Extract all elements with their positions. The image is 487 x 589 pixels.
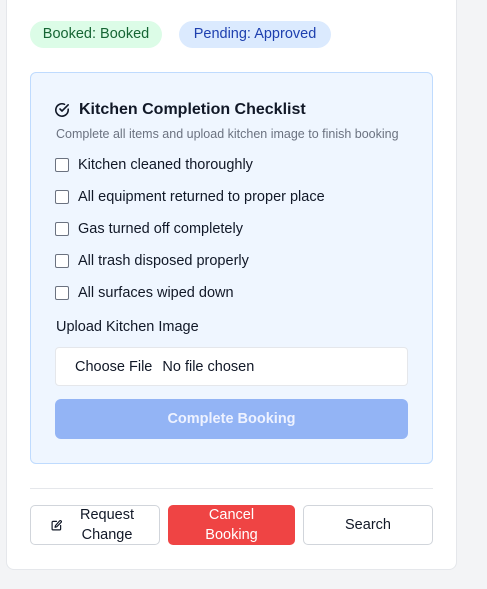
checkbox[interactable] — [55, 254, 69, 268]
search-button[interactable]: Search — [303, 505, 433, 545]
checklist-item-gas-off[interactable]: Gas turned off completely — [55, 220, 243, 238]
upload-label: Upload Kitchen Image — [56, 319, 199, 335]
divider — [30, 488, 433, 489]
checklist-item-label: All equipment returned to proper place — [78, 189, 325, 205]
complete-booking-button[interactable]: Complete Booking — [55, 399, 408, 439]
checklist-subtitle: Complete all items and upload kitchen im… — [56, 127, 399, 141]
choose-file-button[interactable]: Choose File — [75, 359, 152, 375]
status-badge-booked: Booked: Booked — [30, 21, 162, 48]
cancel-booking-button[interactable]: Cancel Booking — [168, 505, 295, 545]
checklist-item-label: Kitchen cleaned thoroughly — [78, 157, 253, 173]
checkbox[interactable] — [55, 222, 69, 236]
checklist-item-label: All trash disposed properly — [78, 253, 249, 269]
checklist-item-equipment-returned[interactable]: All equipment returned to proper place — [55, 188, 325, 206]
request-change-button[interactable]: Request Change — [30, 505, 160, 545]
cancel-booking-label: Cancel Booking — [205, 507, 258, 543]
checklist-item-label: All surfaces wiped down — [78, 285, 234, 301]
checklist-item-label: Gas turned off completely — [78, 221, 243, 237]
search-label: Search — [345, 517, 391, 533]
checkbox[interactable] — [55, 286, 69, 300]
checklist-title-text: Kitchen Completion Checklist — [79, 101, 306, 118]
checklist-item-kitchen-cleaned[interactable]: Kitchen cleaned thoroughly — [55, 156, 253, 174]
edit-icon — [51, 519, 62, 531]
status-badge-pending: Pending: Approved — [179, 21, 331, 48]
checklist-title: Kitchen Completion Checklist — [54, 99, 306, 121]
request-change-label: Request Change — [79, 507, 134, 543]
file-status: No file chosen — [162, 358, 255, 375]
checkbox[interactable] — [55, 158, 69, 172]
check-circle-icon — [54, 102, 70, 118]
checklist-item-trash-disposed[interactable]: All trash disposed properly — [55, 252, 249, 270]
checklist-item-surfaces-wiped[interactable]: All surfaces wiped down — [55, 284, 234, 302]
kitchen-image-file-input[interactable]: Choose File No file chosen — [55, 347, 408, 386]
checkbox[interactable] — [55, 190, 69, 204]
